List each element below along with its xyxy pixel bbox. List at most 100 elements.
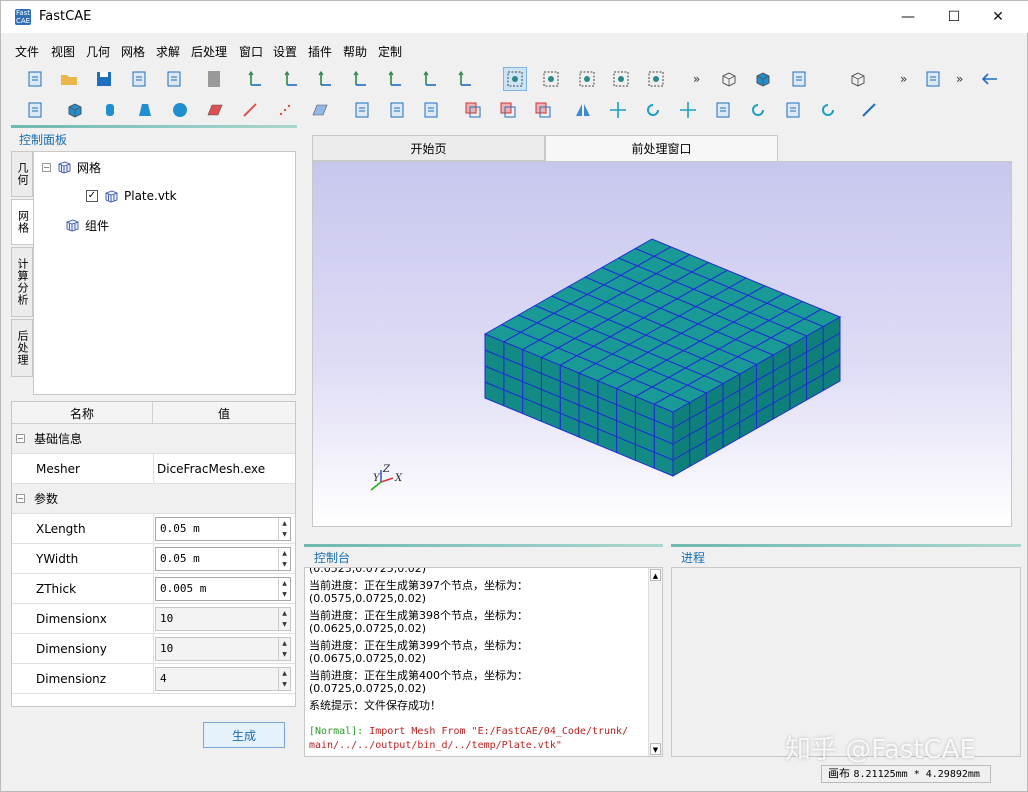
save-button[interactable] [92,67,116,91]
spin-arrows-icon[interactable]: ▲ ▼ [278,518,290,540]
show-geometry-button[interactable] [921,67,945,91]
visibility-checkbox[interactable]: ✓ [86,190,98,202]
select-element-button[interactable] [575,67,599,91]
view-neg-y-button[interactable] [314,67,338,91]
collapse-icon[interactable]: − [42,162,51,172]
3d-viewport[interactable]: Z X Y [312,161,1012,527]
tab-start-page[interactable]: 开始页 [312,135,545,161]
view-neg-x-button[interactable] [384,67,408,91]
menu-item-1[interactable]: 视图 [51,43,75,60]
plane-button[interactable] [203,98,227,122]
export-button[interactable] [162,67,186,91]
generate-button[interactable]: 生成 [203,722,285,748]
property-group[interactable]: − 参数 [12,484,295,514]
spin-down-icon[interactable]: ▼ [279,649,290,660]
export-geo-button[interactable] [711,98,735,122]
spin-down-icon[interactable]: ▼ [279,529,290,540]
menu-item-8[interactable]: 插件 [308,43,332,60]
menu-item-2[interactable]: 几何 [86,43,110,60]
console-output[interactable]: ▲ ▼ (0.0525,0.0725,0.02) 当前进度：正在生成第397个节点… [304,567,663,757]
rotate-button[interactable] [641,98,665,122]
menu-item-4[interactable]: 求解 [156,43,180,60]
more-button[interactable]: » [893,67,917,91]
tree-item-mesh-root[interactable]: − 网格 [42,157,101,177]
boolean-common-button[interactable] [531,98,555,122]
collapse-icon[interactable]: − [16,434,25,443]
vtab-geometry[interactable]: 几何 [11,151,33,197]
wireframe-cube-button[interactable] [717,67,741,91]
scroll-up-icon[interactable]: ▲ [650,569,661,581]
spin-up-icon[interactable]: ▲ [279,608,290,619]
menu-item-5[interactable]: 后处理 [191,43,227,60]
collapse-icon[interactable]: − [16,494,25,503]
menu-item-6[interactable]: 窗口 [239,43,263,60]
box-button[interactable] [63,98,87,122]
fillet-button[interactable] [385,98,409,122]
spin-up-icon[interactable]: ▲ [279,518,290,529]
tree-item-components[interactable]: 组件 [64,215,109,235]
value-spinbox[interactable]: 10 ▲ ▼ [155,637,291,661]
menu-item-9[interactable]: 帮助 [343,43,367,60]
spin-arrows-icon[interactable]: ▲ ▼ [278,608,290,630]
extrude-button[interactable] [419,98,443,122]
boolean-union-button[interactable] [461,98,485,122]
spin-down-icon[interactable]: ▼ [279,679,290,690]
scroll-down-icon[interactable]: ▼ [650,743,661,755]
menu-item-7[interactable]: 设置 [273,43,297,60]
sketch-button[interactable] [23,98,47,122]
menu-item-10[interactable]: 定制 [378,43,402,60]
tree-item-plate[interactable]: ✓ Plate.vtk [86,186,177,206]
face-button[interactable] [308,98,332,122]
property-group[interactable]: − 基础信息 [12,424,295,454]
cone-button[interactable] [133,98,157,122]
console-scrollbar[interactable]: ▲ ▼ [648,568,662,756]
more-button[interactable]: » [949,67,973,91]
loft-button[interactable] [781,98,805,122]
view-neg-z-button[interactable] [454,67,478,91]
undo-button[interactable] [978,67,1002,91]
spin-up-icon[interactable]: ▲ [279,668,290,679]
view-x-button[interactable] [349,67,373,91]
spin-down-icon[interactable]: ▼ [279,619,290,630]
spin-up-icon[interactable]: ▲ [279,638,290,649]
spin-down-icon[interactable]: ▼ [279,559,290,570]
mirror-button[interactable] [571,98,595,122]
value-spinbox[interactable]: 10 ▲ ▼ [155,607,291,631]
minimize-button[interactable]: — [885,1,931,33]
spin-arrows-icon[interactable]: ▲ ▼ [278,578,290,600]
chamfer-button[interactable] [350,98,374,122]
bounding-box-button[interactable] [846,67,870,91]
value-spinbox[interactable]: 0.05 m ▲ ▼ [155,517,291,541]
value-spinbox[interactable]: 4 ▲ ▼ [155,667,291,691]
move-button[interactable] [606,98,630,122]
select-filter-button[interactable] [503,67,527,91]
value-spinbox[interactable]: 0.005 m ▲ ▼ [155,577,291,601]
more-button[interactable]: » [686,67,710,91]
cylinder-button[interactable] [98,98,122,122]
new-file-button[interactable] [23,67,47,91]
vtab-postprocess[interactable]: 后处理 [11,319,33,377]
tab-preprocess-window[interactable]: 前处理窗口 [545,135,778,161]
spin-arrows-icon[interactable]: ▲ ▼ [278,638,290,660]
mesh-display-button[interactable] [787,67,811,91]
fit-view-button[interactable] [244,67,268,91]
measure-button[interactable] [857,98,881,122]
spin-up-icon[interactable]: ▲ [279,548,290,559]
array-button[interactable] [676,98,700,122]
sweep-button[interactable] [746,98,770,122]
import-button[interactable] [127,67,151,91]
view-z-button[interactable] [419,67,443,91]
close-button[interactable]: ✕ [975,1,1021,33]
box-select-element-button[interactable] [644,67,668,91]
calculator-button[interactable] [202,67,226,91]
boolean-cut-button[interactable] [496,98,520,122]
point-button[interactable] [273,98,297,122]
revolve-button[interactable] [816,98,840,122]
spin-down-icon[interactable]: ▼ [279,589,290,600]
view-y-button[interactable] [280,67,304,91]
spin-arrows-icon[interactable]: ▲ ▼ [278,668,290,690]
vtab-mesh[interactable]: 网格 [11,199,33,245]
maximize-button[interactable]: ☐ [931,1,977,33]
line-button[interactable] [238,98,262,122]
sphere-button[interactable] [168,98,192,122]
